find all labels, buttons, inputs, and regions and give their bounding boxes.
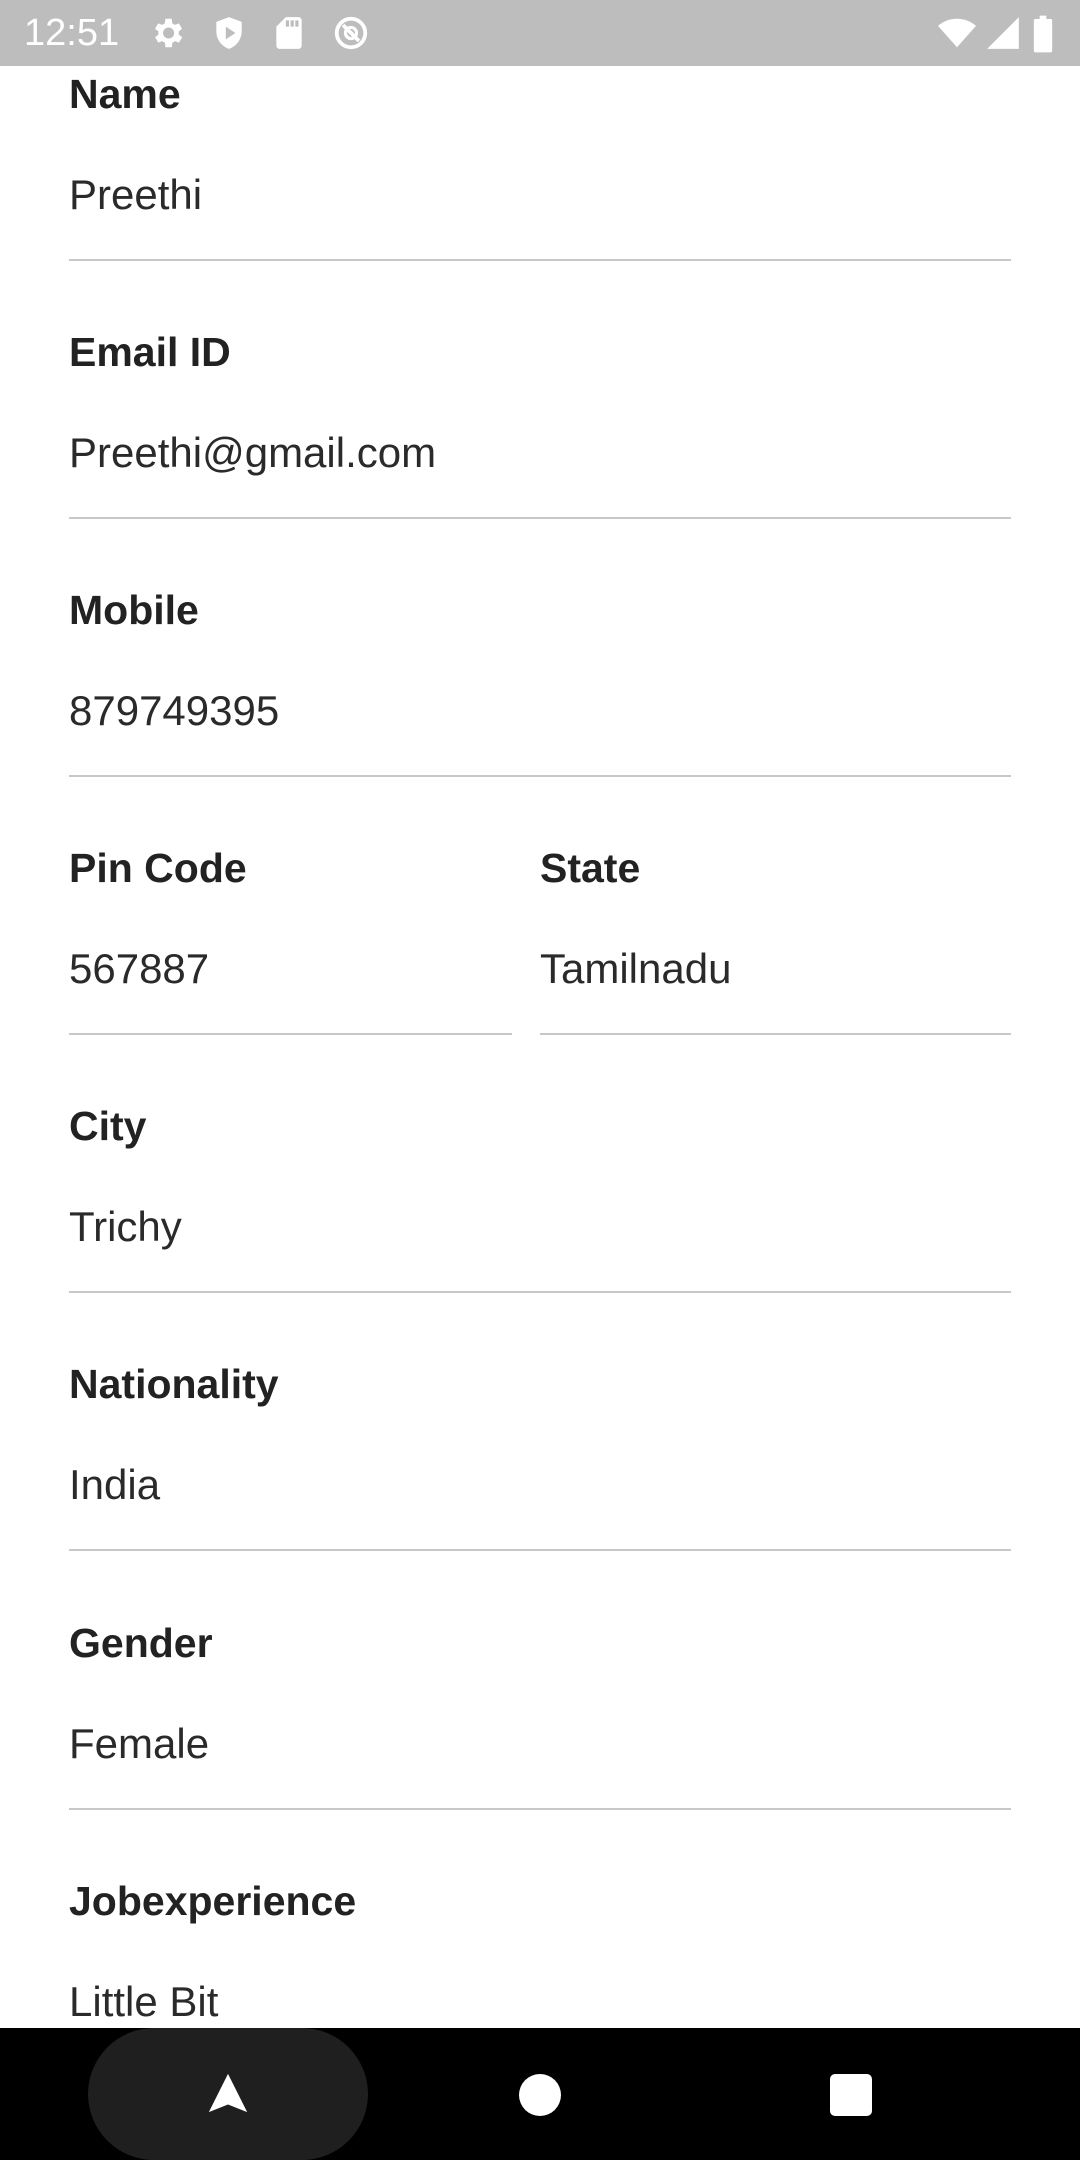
nationality-label: Nationality (69, 1361, 279, 1407)
city-field[interactable]: City Trichy (69, 1102, 1011, 1294)
mobile-label: Mobile (69, 587, 199, 633)
gender-field[interactable]: Gender Female (69, 1619, 1011, 1811)
settings-icon (148, 14, 186, 52)
navigation-bar (0, 2028, 1080, 2160)
jobexperience-field[interactable]: Jobexperience Little Bit (69, 1877, 1011, 2028)
profile-form: Name Preethi Email ID Preethi@gmail.com … (0, 66, 1080, 2028)
mobile-value[interactable]: 879749395 (69, 686, 279, 736)
shield-icon (210, 14, 248, 52)
gender-label: Gender (69, 1620, 213, 1666)
mobile-field[interactable]: Mobile 879749395 (69, 586, 1011, 778)
cell-signal-icon (984, 14, 1022, 52)
nationality-value[interactable]: India (69, 1460, 160, 1510)
status-time: 12:51 (24, 12, 120, 54)
nationality-underline (69, 1549, 1011, 1551)
battery-icon (1030, 14, 1056, 53)
name-field[interactable]: Name Preethi (69, 70, 1011, 262)
pincode-label: Pin Code (69, 845, 247, 891)
gender-value[interactable]: Female (69, 1719, 209, 1769)
email-label: Email ID (69, 329, 231, 375)
back-button[interactable] (88, 2028, 368, 2160)
jobexperience-value[interactable]: Little Bit (69, 1977, 218, 2027)
name-value[interactable]: Preethi (69, 170, 202, 220)
state-field[interactable]: State Tamilnadu (540, 844, 1011, 1036)
state-label: State (540, 845, 641, 891)
sd-card-icon (270, 14, 308, 52)
back-icon (208, 2073, 248, 2113)
city-label: City (69, 1103, 147, 1149)
pincode-field[interactable]: Pin Code 567887 (69, 844, 512, 1036)
state-underline (540, 1033, 1011, 1035)
pincode-value[interactable]: 567887 (69, 944, 209, 994)
status-bar: 12:51 (0, 0, 1080, 66)
email-field[interactable]: Email ID Preethi@gmail.com (69, 328, 1011, 520)
pincode-underline (69, 1033, 512, 1035)
nationality-field[interactable]: Nationality India (69, 1360, 1011, 1552)
gender-underline (69, 1808, 1011, 1810)
do-not-disturb-icon (332, 14, 370, 52)
name-label: Name (69, 71, 181, 117)
email-underline (69, 517, 1011, 519)
state-value[interactable]: Tamilnadu (540, 944, 731, 994)
mobile-underline (69, 775, 1011, 777)
home-icon[interactable] (519, 2074, 561, 2116)
jobexperience-label: Jobexperience (69, 1878, 357, 1924)
name-underline (69, 259, 1011, 261)
recents-icon[interactable] (830, 2074, 872, 2116)
city-value[interactable]: Trichy (69, 1202, 182, 1252)
email-value[interactable]: Preethi@gmail.com (69, 428, 436, 478)
wifi-icon (936, 14, 978, 52)
city-underline (69, 1291, 1011, 1293)
screen: 12:51 Name Preethi Email ID Preethi@gmai… (0, 0, 1080, 2160)
